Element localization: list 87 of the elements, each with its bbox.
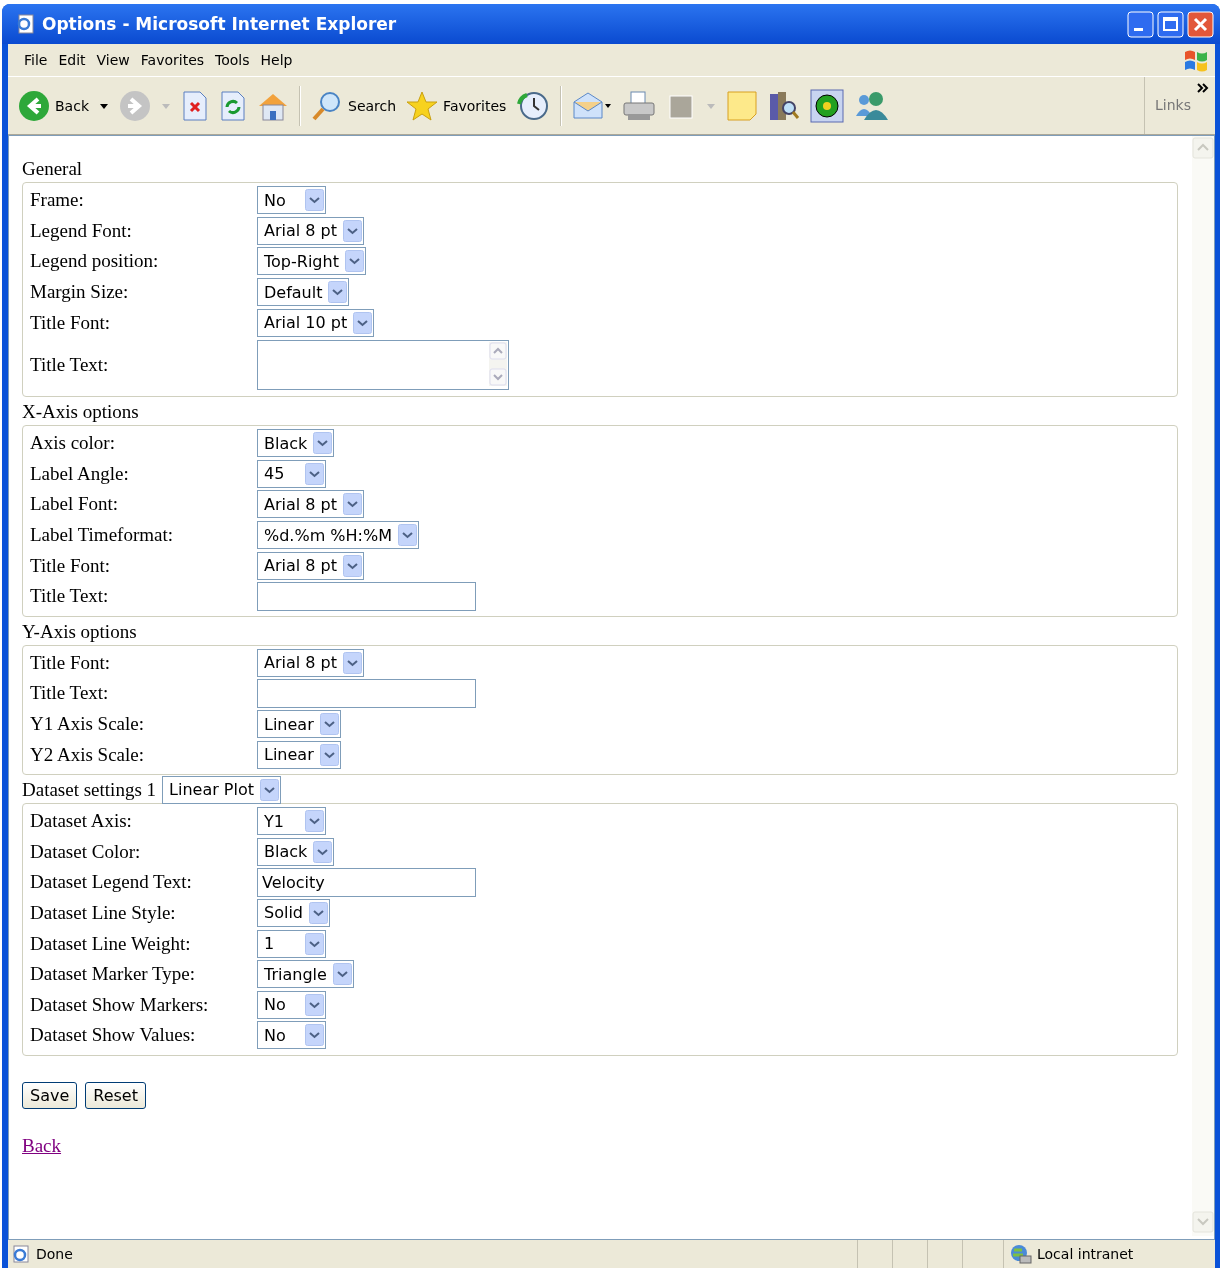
- status-text: Done: [36, 1246, 74, 1262]
- input-field[interactable]: [257, 678, 476, 708]
- dropdown[interactable]: Y1: [257, 807, 326, 836]
- search-button[interactable]: Search: [311, 89, 397, 122]
- dropdown[interactable]: No: [257, 186, 326, 215]
- field-label: Legend position:: [30, 250, 160, 273]
- menu-item[interactable]: Favorites: [138, 52, 214, 68]
- field-label: Title Font:: [30, 651, 112, 674]
- field-label: Axis color:: [30, 432, 116, 455]
- field-label: Dataset Line Style:: [30, 902, 177, 924]
- field-label: Dataset Axis:: [30, 810, 133, 833]
- zone-label: Local intranet: [1037, 1246, 1134, 1262]
- reset-button[interactable]: Reset: [85, 1081, 146, 1109]
- close-icon[interactable]: [1187, 10, 1214, 38]
- dropdown[interactable]: Solid: [257, 899, 330, 927]
- history-clock-icon[interactable]: [516, 89, 551, 122]
- back-button[interactable]: Back: [18, 89, 89, 122]
- back-link[interactable]: Back: [22, 1134, 62, 1156]
- field-label: Dataset Marker Type:: [30, 963, 197, 986]
- save-button[interactable]: Save: [22, 1081, 78, 1109]
- field-label: Label Font:: [30, 493, 120, 516]
- dropdown-caret-icon[interactable]: [99, 101, 109, 110]
- maximize-icon[interactable]: [1157, 10, 1184, 38]
- dropdown[interactable]: Linear: [257, 740, 341, 769]
- field-label: Title Font:: [30, 311, 112, 334]
- dropdown[interactable]: Arial 8 pt: [257, 490, 364, 519]
- dropdown[interactable]: 1: [257, 929, 326, 958]
- links-label[interactable]: Links: [1155, 97, 1191, 113]
- dropdown[interactable]: Arial 8 pt: [257, 216, 364, 245]
- dropdown[interactable]: Black: [257, 837, 335, 866]
- dropdown[interactable]: Arial 10 pt: [257, 308, 375, 337]
- dropdown[interactable]: No: [257, 1021, 326, 1050]
- dropdown[interactable]: 45: [257, 459, 326, 488]
- text-area[interactable]: [257, 339, 509, 390]
- dropdown[interactable]: Default: [257, 278, 350, 307]
- people-icon[interactable]: [854, 89, 889, 122]
- section-title: Y-Axis options: [22, 620, 137, 643]
- magnifier-icon: [311, 89, 343, 122]
- section-title: X-Axis options: [22, 400, 139, 423]
- menu-item[interactable]: File: [22, 52, 57, 68]
- dropdown[interactable]: Top-Right: [257, 247, 366, 276]
- flower-icon[interactable]: [810, 88, 845, 123]
- field-label: Title Font:: [30, 554, 112, 577]
- field-label: Dataset Color:: [30, 840, 142, 863]
- input-field[interactable]: Velocity: [257, 867, 476, 897]
- field-label: Dataset Show Markers:: [30, 993, 210, 1016]
- field-label: Title Text:: [30, 353, 110, 376]
- dropdown[interactable]: Linear Plot: [162, 775, 281, 804]
- field-label: Dataset Show Values:: [30, 1024, 197, 1047]
- dropdown[interactable]: Linear: [257, 710, 341, 738]
- menu-item[interactable]: Edit: [56, 52, 95, 68]
- books-magnifier-icon[interactable]: [768, 89, 801, 122]
- page-icon: [16, 14, 36, 34]
- field-label: Margin Size:: [30, 281, 130, 304]
- printer-icon[interactable]: [622, 89, 657, 122]
- menu-item[interactable]: Tools: [213, 52, 259, 68]
- field-label: Title Text:: [30, 585, 110, 608]
- page-icon: [12, 1245, 30, 1263]
- section-title: General: [22, 158, 83, 180]
- field-label: Label Timeformat:: [30, 524, 174, 547]
- field-label: Title Text:: [30, 682, 110, 705]
- menu-item[interactable]: View: [94, 52, 139, 68]
- globe-network-icon: [1010, 1244, 1032, 1264]
- input-field[interactable]: [257, 581, 476, 611]
- dropdown[interactable]: Triangle: [257, 960, 354, 989]
- section-title: Dataset settings 1: [22, 778, 157, 801]
- scrollbar-icon: [488, 340, 508, 387]
- dropdown[interactable]: No: [257, 990, 326, 1019]
- chevron-icon[interactable]: [1197, 83, 1209, 93]
- field-label: Frame:: [30, 189, 85, 212]
- field-label: Dataset Legend Text:: [30, 871, 193, 894]
- dropdown[interactable]: Black: [257, 429, 335, 458]
- field-label: Legend Font:: [30, 219, 133, 242]
- field-label: Dataset Line Weight:: [30, 932, 192, 955]
- dropdown[interactable]: Arial 8 pt: [257, 648, 364, 677]
- favorites-button[interactable]: Favorites: [406, 89, 507, 122]
- star-icon: [406, 89, 439, 122]
- menu-item[interactable]: Help: [258, 52, 302, 68]
- minimize-icon[interactable]: [1127, 10, 1154, 38]
- field-label: Y2 Axis Scale:: [30, 743, 145, 766]
- refresh-icon[interactable]: [219, 89, 247, 122]
- window-title: Options - Microsoft Internet Explorer: [42, 14, 398, 34]
- stop-icon[interactable]: [181, 89, 209, 122]
- dropdown[interactable]: Arial 8 pt: [257, 551, 364, 580]
- dropdown[interactable]: %d.%m %H:%M: [257, 521, 419, 550]
- field-label: Label Angle:: [30, 462, 130, 485]
- field-label: Y1 Axis Scale:: [30, 713, 145, 735]
